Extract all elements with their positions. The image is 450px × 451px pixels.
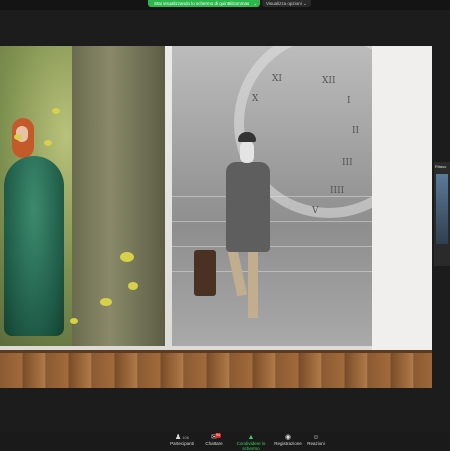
photo-woman-in-green-dress [0, 46, 165, 346]
leaf [52, 108, 60, 114]
clock-numeral: V [312, 206, 319, 216]
clock-numeral: XII [322, 76, 336, 86]
suitcase [194, 250, 216, 296]
clock-numeral: II [352, 126, 360, 136]
leaf [44, 140, 52, 146]
man-face [240, 141, 254, 163]
clock-numeral: XI [272, 74, 282, 84]
participant-name: Ritaso [435, 164, 447, 169]
man-leg [248, 246, 258, 318]
chevron-down-icon[interactable]: ⌄ [254, 0, 257, 7]
participants-label: Partecipanti [170, 441, 194, 446]
clock-numeral: III [342, 158, 353, 168]
leaf [120, 252, 134, 262]
tree-trunk [72, 46, 165, 346]
leaf [14, 134, 22, 140]
reactions-button[interactable]: ☺ Reazioni [296, 433, 336, 449]
reaction-icon: ☺ [312, 434, 320, 441]
bowler-hat [238, 132, 256, 142]
wood-floor [0, 350, 432, 388]
screen-share-status-pill[interactable]: Stai visualizzando lo schermo di quintti… [148, 0, 260, 7]
shared-screen: XII I II III IIII V X XI [0, 46, 432, 388]
chat-badge: 94 [215, 433, 221, 438]
participant-video [436, 174, 448, 244]
share-status-text: Stai visualizzando lo schermo di quintti… [154, 1, 250, 6]
clock-numeral: I [347, 96, 351, 106]
green-dress [4, 156, 64, 336]
chat-label: Chattare [205, 441, 223, 446]
reactions-label: Reazioni [307, 441, 325, 446]
wall-margin [372, 46, 432, 350]
participant-count: 106 [182, 435, 189, 440]
leaf [128, 282, 138, 290]
stair-step [172, 221, 372, 238]
view-options-button[interactable]: Visualizza opzioni ⌄ [262, 0, 311, 7]
leaf [100, 298, 112, 306]
participant-video-tile[interactable]: Ritaso [434, 162, 450, 266]
photo-man-with-suitcase: XII I II III IIII V X XI [172, 46, 372, 346]
man-coat [226, 162, 270, 252]
clock-numeral: X [252, 94, 259, 104]
clock-numeral: IIII [330, 186, 345, 196]
leaf [70, 318, 78, 324]
